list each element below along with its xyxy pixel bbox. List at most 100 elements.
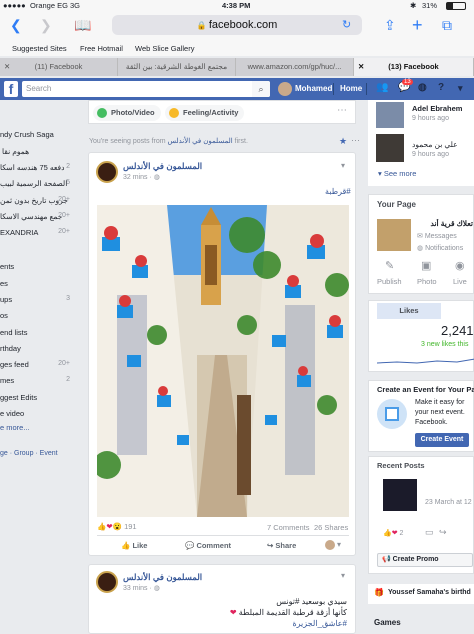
page-avatar[interactable]	[96, 571, 118, 593]
left-nav-item[interactable]: ges feed 20+	[0, 360, 76, 369]
page-thumbnail[interactable]	[377, 219, 411, 251]
favorite-item[interactable]: Free Hotmail	[80, 44, 123, 53]
games-heading[interactable]: Games	[374, 618, 401, 627]
left-nav-item[interactable]: EXANDRIA 20+	[0, 228, 76, 237]
recent-post-thumbnail[interactable]	[383, 479, 417, 511]
friend-name[interactable]: Adel Ebrahem	[412, 104, 462, 113]
share-icon[interactable]: ⇪	[384, 17, 396, 33]
chevron-down-icon[interactable]: ▾	[458, 83, 463, 94]
close-icon[interactable]: ✕	[4, 58, 10, 76]
birthday-reminder[interactable]: 🎁 Youssef Samaha's birthd	[368, 584, 474, 604]
more-options-icon[interactable]: ⋯	[351, 135, 360, 146]
avatar[interactable]	[325, 540, 335, 550]
left-nav-item[interactable]: mes 2	[0, 376, 76, 385]
friend-requests-icon[interactable]: 👥	[376, 82, 388, 93]
live-button[interactable]: Live	[453, 277, 467, 286]
search-input[interactable]: Search	[22, 81, 270, 97]
new-likes: 3 new likes this	[421, 341, 469, 348]
like-button[interactable]: 👍 Like	[121, 541, 147, 550]
reload-icon[interactable]: ↻	[342, 17, 351, 33]
comment-icon[interactable]: ▭	[425, 527, 434, 538]
left-nav-item[interactable]: ggest Edits	[0, 393, 76, 402]
favorite-item[interactable]: Suggested Sites	[12, 44, 67, 53]
search-icon[interactable]: ⌕	[252, 81, 270, 97]
post-author[interactable]: المسلمون في الأندلس	[123, 161, 202, 172]
friend-photo[interactable]	[376, 134, 404, 162]
post-hashtag[interactable]: #عاشق_الجزيرة	[292, 619, 347, 628]
left-nav-item[interactable]: جمع مهندسي الاسكا 20+	[0, 212, 76, 221]
browser-tab[interactable]: www.amazon.com/gp/huc/...	[236, 58, 354, 76]
post-hashtag[interactable]: #قرطبة	[325, 187, 351, 196]
page-name[interactable]: تعلاك قرية أند	[417, 219, 473, 228]
left-nav-item[interactable]: es	[0, 279, 76, 288]
friend-name[interactable]: علي بن محمود	[412, 140, 458, 149]
new-tab-icon[interactable]: +	[412, 16, 423, 34]
address-bar[interactable]: 🔒 facebook.com	[112, 15, 362, 35]
photo-video-button[interactable]: Photo/Video	[93, 105, 161, 121]
chevron-down-icon[interactable]: ▾	[341, 161, 345, 170]
reactions-summary[interactable]: 👍❤😮 191	[97, 522, 137, 531]
left-nav-label: es	[0, 279, 8, 288]
photo-button[interactable]: Photo	[417, 277, 437, 286]
forward-icon[interactable]: ❯	[40, 17, 52, 33]
camera-icon[interactable]: ▣	[421, 259, 431, 272]
chevron-down-icon[interactable]: ▾	[341, 571, 345, 580]
share-arrow-icon[interactable]: ↪	[439, 527, 447, 538]
left-nav-item[interactable]: دفعه 75 هندسه اسكا 2	[0, 163, 76, 172]
page-notifications[interactable]: ◍ Notifications	[417, 244, 463, 252]
see-more-link[interactable]: ▾ See more	[378, 169, 416, 178]
comments-count[interactable]: 7 Comments	[267, 523, 310, 532]
publish-button[interactable]: Publish	[377, 277, 402, 286]
create-event-button[interactable]: Create Event	[415, 433, 469, 447]
see-more-link[interactable]: e more...	[0, 423, 76, 432]
comment-button[interactable]: 💬 Comment	[185, 541, 231, 550]
left-nav-item[interactable]: e video	[0, 409, 76, 418]
facebook-logo[interactable]: f	[4, 81, 18, 97]
profile-name[interactable]: Mohamed	[295, 84, 332, 93]
page-messages[interactable]: ✉ Messages	[417, 232, 457, 240]
friend-photo[interactable]	[376, 102, 404, 128]
page-avatar[interactable]	[96, 161, 118, 183]
likes-tab[interactable]: Likes	[377, 303, 441, 319]
help-icon[interactable]: ?	[438, 82, 444, 93]
left-nav-item[interactable]: os	[0, 311, 76, 320]
globe-icon[interactable]: ◍	[418, 82, 427, 93]
post-author[interactable]: المسلمون في الأندلس	[123, 572, 202, 583]
left-nav-item[interactable]: ups 3	[0, 295, 76, 304]
post-photo[interactable]	[97, 205, 349, 517]
notice-page-link[interactable]: المسلمون في الأندلس	[168, 138, 233, 145]
left-nav-count: 20+	[58, 196, 70, 203]
close-icon[interactable]: ✕	[358, 58, 364, 76]
left-nav-item[interactable]: end lists	[0, 328, 76, 337]
ios-status-bar: ●●●●● Orange EG 3G 4:38 PM ✱ 31%	[0, 0, 474, 12]
left-nav-item[interactable]: rthday	[0, 344, 76, 353]
left-nav-item[interactable]: ndy Crush Saga	[0, 130, 76, 139]
publish-icon[interactable]: ✎	[385, 259, 394, 272]
feeling-activity-button[interactable]: Feeling/Activity	[165, 105, 245, 121]
back-icon[interactable]: ❮	[10, 17, 22, 33]
live-video-icon[interactable]: ◉	[455, 259, 465, 272]
shares-count[interactable]: 26 Shares	[314, 523, 348, 532]
post-timestamp[interactable]: 33 mins · ◍	[123, 584, 160, 592]
bookmarks-icon[interactable]: 📖	[74, 17, 91, 33]
share-button[interactable]: ↪ Share	[267, 541, 296, 550]
left-nav-item[interactable]: ents	[0, 262, 76, 271]
post-timestamp[interactable]: 32 mins · ◍	[123, 173, 160, 181]
browser-tab[interactable]: مجتمع الغوطة الشرقية: بين الثقة	[118, 58, 236, 76]
browser-tab-active[interactable]: ✕ (13) Facebook	[354, 58, 474, 76]
tabs-icon[interactable]: ⧉	[442, 17, 452, 33]
left-nav-item[interactable]: هموم نقا	[0, 147, 76, 156]
chevron-down-icon[interactable]: ▾	[337, 540, 341, 549]
create-links[interactable]: ge · Group · Event	[0, 450, 76, 457]
left-nav-item[interactable]: جروب تاريخ بدون ثمن 20+	[0, 196, 76, 205]
create-promotion-button[interactable]: 📢 Create Promo	[377, 553, 473, 567]
browser-tab[interactable]: ✕ (11) Facebook	[0, 58, 118, 76]
star-icon[interactable]: ★	[339, 136, 347, 147]
favorites-bar: Suggested Sites Free Hotmail Web Slice G…	[0, 42, 474, 56]
globe-icon: ◍	[153, 585, 160, 592]
favorite-item[interactable]: Web Slice Gallery	[135, 44, 194, 53]
more-options-icon[interactable]: ⋯	[337, 105, 347, 116]
home-link[interactable]: Home	[340, 84, 362, 93]
left-nav-item[interactable]: الصفحة الرسمية لبيب 5	[0, 179, 76, 188]
avatar[interactable]	[278, 82, 292, 96]
